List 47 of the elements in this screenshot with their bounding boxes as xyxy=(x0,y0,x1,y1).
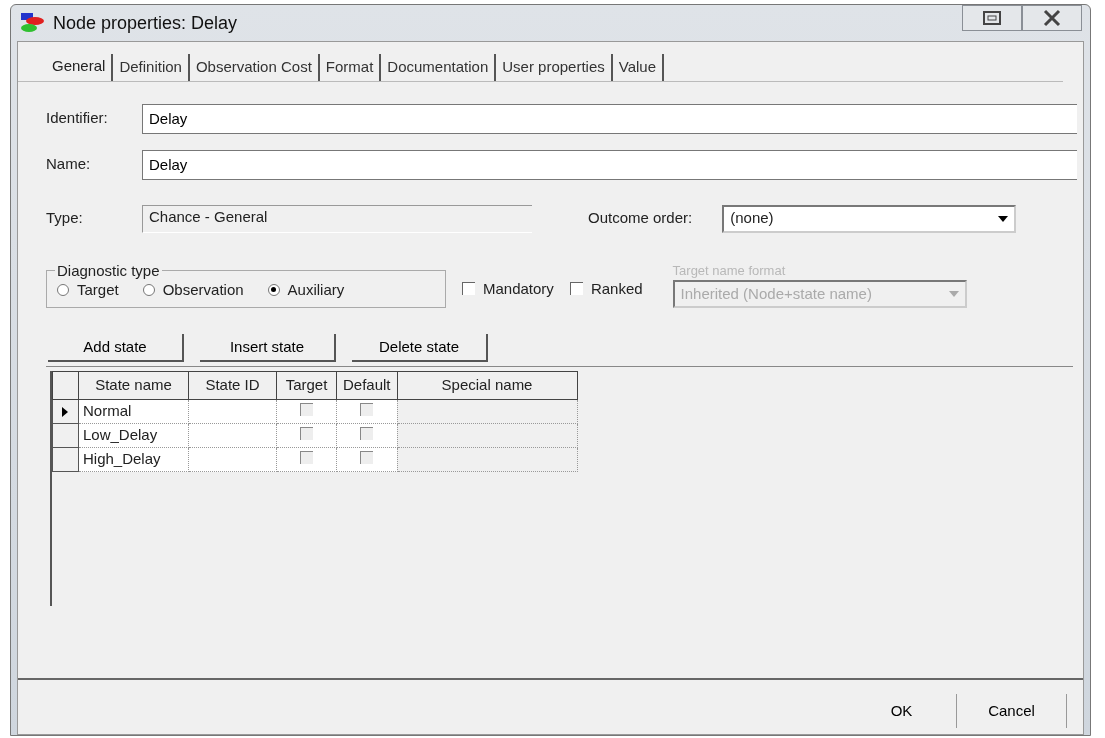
field-label: Outcome order: xyxy=(588,208,693,229)
checkbox[interactable] xyxy=(300,451,313,465)
close-icon xyxy=(1042,9,1062,27)
name-field[interactable]: Delay xyxy=(142,149,1077,180)
column-header: State ID xyxy=(188,371,277,400)
tab[interactable]: Documentation xyxy=(381,54,497,81)
grid-corner xyxy=(52,371,79,400)
table-cell: Low_Delay xyxy=(78,423,189,448)
table-cell: Normal xyxy=(78,399,189,424)
checkbox[interactable] xyxy=(300,427,313,441)
action-button[interactable]: Insert state xyxy=(200,334,336,362)
action-button[interactable]: Delete state xyxy=(352,334,488,362)
field-label: Type: xyxy=(46,208,84,229)
checkbox-option[interactable]: Mandatory xyxy=(462,277,554,300)
window-title: Node properties: Delay xyxy=(53,11,238,35)
tab[interactable]: Observation Cost xyxy=(189,54,320,81)
checkbox[interactable] xyxy=(360,403,374,417)
dropdown-arrow-icon xyxy=(948,291,959,297)
column-header: Special name xyxy=(397,371,578,400)
column-header: Target xyxy=(276,371,337,400)
type-field: Chance - General xyxy=(142,204,532,233)
checkbox-option[interactable]: Ranked xyxy=(569,277,643,300)
column-header: Default xyxy=(336,371,398,400)
checkbox[interactable] xyxy=(360,451,374,465)
outcome-order-dropdown[interactable]: (none) xyxy=(722,204,1017,233)
close-button[interactable] xyxy=(1022,5,1082,31)
radio-option[interactable]: Auxiliary xyxy=(267,278,345,301)
field-label: Target name format xyxy=(672,261,787,280)
checkbox[interactable] xyxy=(360,427,374,441)
maximize-button[interactable] xyxy=(962,5,1022,31)
field-label: Identifier: xyxy=(46,108,109,129)
app-icon xyxy=(19,12,45,34)
row-indicator[interactable] xyxy=(52,447,79,472)
field-label: Name: xyxy=(46,154,92,175)
table-cell: High_Delay xyxy=(78,447,189,472)
dropdown-arrow-icon xyxy=(998,215,1009,222)
column-header: State name xyxy=(78,371,189,400)
tab[interactable]: Value xyxy=(612,54,665,81)
checkbox[interactable] xyxy=(300,403,313,417)
tab[interactable]: Definition xyxy=(113,54,190,81)
row-indicator[interactable] xyxy=(52,423,79,448)
action-button[interactable]: Add state xyxy=(48,334,184,362)
tab[interactable]: User properties xyxy=(496,54,613,81)
tab[interactable]: Format xyxy=(319,54,382,81)
row-indicator[interactable] xyxy=(52,399,79,424)
maximize-icon xyxy=(982,10,1002,26)
identifier-field[interactable]: Delay xyxy=(142,103,1077,134)
